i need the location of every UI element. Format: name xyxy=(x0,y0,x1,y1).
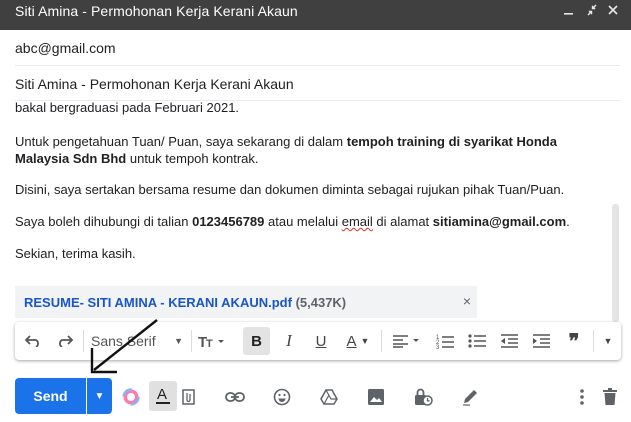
compose-bottom-toolbar: Send ▼ A xyxy=(0,378,631,418)
compose-titlebar[interactable]: Siti Amina - Permohonan Kerja Kerani Aka… xyxy=(0,0,631,30)
attachment-chip[interactable]: RESUME- SITI AMINA - KERANI AKAUN.pdf (5… xyxy=(15,286,477,318)
scrollbar[interactable] xyxy=(612,204,619,322)
formatting-options-icon[interactable]: A xyxy=(149,381,177,411)
bold-icon[interactable]: B xyxy=(243,327,270,355)
bulleted-list-icon[interactable] xyxy=(465,327,491,355)
quote-icon[interactable]: ❞ xyxy=(561,327,587,355)
more-options-icon[interactable] xyxy=(571,386,593,408)
align-icon[interactable] xyxy=(389,327,425,355)
divider xyxy=(593,330,594,352)
signature-icon[interactable] xyxy=(459,386,481,408)
confidential-mode-icon[interactable] xyxy=(412,386,434,408)
to-field[interactable]: abc@gmail.com xyxy=(15,40,620,56)
shrink-icon[interactable] xyxy=(584,3,600,23)
attachment-name[interactable]: RESUME- SITI AMINA - KERANI AKAUN.pdf (5… xyxy=(24,295,346,310)
close-icon[interactable] xyxy=(605,3,621,23)
divider xyxy=(191,330,192,352)
insert-photo-icon[interactable] xyxy=(365,386,387,408)
attach-file-icon[interactable] xyxy=(177,386,199,408)
discard-draft-icon[interactable] xyxy=(599,386,621,408)
divider xyxy=(83,330,84,352)
more-formatting-icon[interactable]: ▼ xyxy=(599,327,617,355)
body-paragraph: Untuk pengetahuan Tuan/ Puan, saya sekar… xyxy=(15,134,557,166)
svg-text:A: A xyxy=(157,386,167,403)
indent-less-icon[interactable] xyxy=(497,327,523,355)
color-palette-icon[interactable] xyxy=(120,386,142,408)
undo-icon[interactable] xyxy=(21,327,45,355)
send-options-icon[interactable]: ▼ xyxy=(87,378,112,414)
subject-field[interactable]: Siti Amina - Permohonan Kerja Kerani Aka… xyxy=(15,76,620,92)
text-color-icon[interactable]: A ▼ xyxy=(341,327,375,355)
formatting-toolbar: Sans Serif ▼ TT B I U A ▼ 123 ❞ ▼ xyxy=(15,322,621,360)
compose-title: Siti Amina - Permohonan Kerja Kerani Aka… xyxy=(15,3,298,19)
svg-text:3: 3 xyxy=(436,345,440,349)
send-button[interactable]: Send xyxy=(15,378,86,414)
underline-icon[interactable]: U xyxy=(309,327,333,355)
spellcheck-word: email xyxy=(341,214,373,229)
italic-icon[interactable]: I xyxy=(277,327,301,355)
body-paragraph: Disini, saya sertakan bersama resume dan… xyxy=(15,182,565,197)
attachment-size: (5,437K) xyxy=(295,295,347,310)
indent-more-icon[interactable] xyxy=(529,327,555,355)
body-line: bakal bergraduasi pada Februari 2021. xyxy=(15,100,240,115)
numbered-list-icon[interactable]: 123 xyxy=(433,327,459,355)
divider xyxy=(381,330,382,352)
body-paragraph: Saya boleh dihubungi di talian 012345678… xyxy=(15,214,570,229)
google-drive-icon[interactable] xyxy=(318,386,340,408)
divider xyxy=(15,65,620,66)
font-select[interactable]: Sans Serif ▼ xyxy=(91,327,183,355)
remove-attachment-icon[interactable]: × xyxy=(463,293,471,309)
insert-emoji-icon[interactable] xyxy=(271,386,293,408)
body-paragraph: Sekian, terima kasih. xyxy=(15,246,136,261)
redo-icon[interactable] xyxy=(53,327,77,355)
insert-link-icon[interactable] xyxy=(224,386,246,408)
font-size-icon[interactable]: TT xyxy=(195,327,231,355)
svg-text:T: T xyxy=(206,338,213,349)
minimize-icon[interactable] xyxy=(561,3,577,23)
